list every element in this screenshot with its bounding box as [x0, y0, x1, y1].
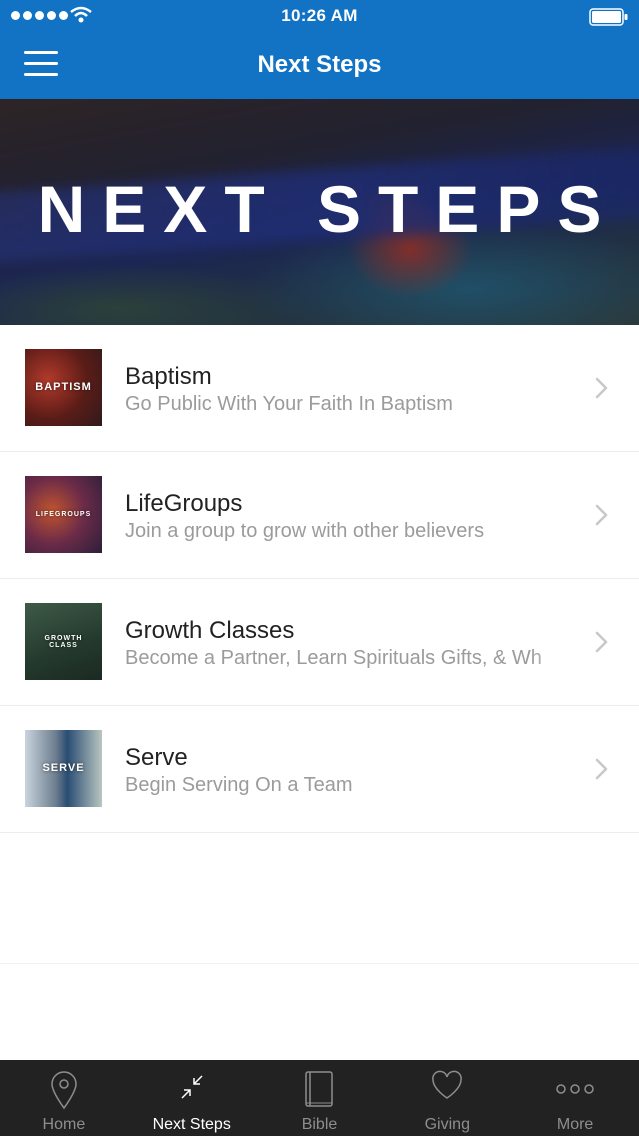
- list-item-serve[interactable]: SERVE Serve Begin Serving On a Team: [0, 706, 639, 833]
- hero-banner: NEXT STEPS: [0, 99, 639, 325]
- tab-label: Home: [42, 1116, 86, 1133]
- tab-label: Next Steps: [152, 1116, 231, 1133]
- growth-class-thumbnail: GROWTH CLASS: [25, 603, 102, 680]
- page-title: Next Steps: [257, 51, 382, 78]
- chevron-right-icon: [595, 758, 608, 780]
- chevron-right-icon: [595, 377, 608, 399]
- item-title: Baptism: [125, 363, 212, 390]
- hero-title: NEXT STEPS: [37, 172, 619, 246]
- more-dots-icon: [556, 1084, 594, 1094]
- chevron-right-icon: [595, 504, 608, 526]
- book-icon: [305, 1071, 334, 1107]
- tab-label: Giving: [424, 1116, 470, 1133]
- heart-icon: [432, 1070, 463, 1099]
- tab-label: More: [556, 1116, 594, 1133]
- status-time: 10:26 AM: [281, 6, 358, 25]
- item-title: LifeGroups: [125, 490, 243, 517]
- item-subtitle: Go Public With Your Faith In Baptism: [125, 393, 453, 415]
- tab-label: Bible: [301, 1116, 338, 1133]
- lifegroups-thumbnail: LIFEGROUPS: [25, 476, 102, 553]
- item-subtitle: Begin Serving On a Team: [125, 774, 353, 796]
- list-item-growth-classes[interactable]: GROWTH CLASS Growth Classes Become a Par…: [0, 579, 639, 706]
- serve-thumbnail: SERVE: [25, 730, 102, 807]
- status-bar: 10:26 AM: [0, 0, 639, 33]
- thumbnail-label: BAPTISM: [35, 381, 92, 393]
- map-pin-icon: [51, 1071, 77, 1110]
- list-item-lifegroups[interactable]: LIFEGROUPS LifeGroups Join a group to gr…: [0, 452, 639, 579]
- thumbnail-label: SERVE: [42, 762, 85, 774]
- tab-bar: Home Next Steps Bible Giving More: [0, 1060, 639, 1136]
- list-item-baptism[interactable]: BAPTISM Baptism Go Public With Your Fait…: [0, 325, 639, 452]
- tab-home[interactable]: Home: [0, 1060, 128, 1136]
- tab-bible[interactable]: Bible: [256, 1060, 384, 1136]
- baptism-thumbnail: BAPTISM: [25, 349, 102, 426]
- arrows-in-icon: [181, 1075, 203, 1099]
- item-subtitle: Join a group to grow with other believer…: [125, 520, 485, 542]
- chevron-right-icon: [595, 631, 608, 653]
- thumbnail-label: LIFEGROUPS: [35, 511, 92, 518]
- tab-giving[interactable]: Giving: [383, 1060, 511, 1136]
- thumbnail-label: GROWTH CLASS: [44, 634, 83, 649]
- tab-more[interactable]: More: [511, 1060, 639, 1136]
- item-title: Growth Classes: [125, 617, 295, 644]
- item-subtitle: Become a Partner, Learn Spirituals Gifts…: [125, 647, 542, 669]
- tab-next-steps[interactable]: Next Steps: [128, 1060, 256, 1136]
- item-title: Serve: [125, 744, 188, 771]
- empty-row: [0, 833, 639, 964]
- navigation-bar: Next Steps: [0, 33, 639, 99]
- next-steps-list: BAPTISM Baptism Go Public With Your Fait…: [0, 325, 639, 964]
- battery-icon: [589, 8, 628, 26]
